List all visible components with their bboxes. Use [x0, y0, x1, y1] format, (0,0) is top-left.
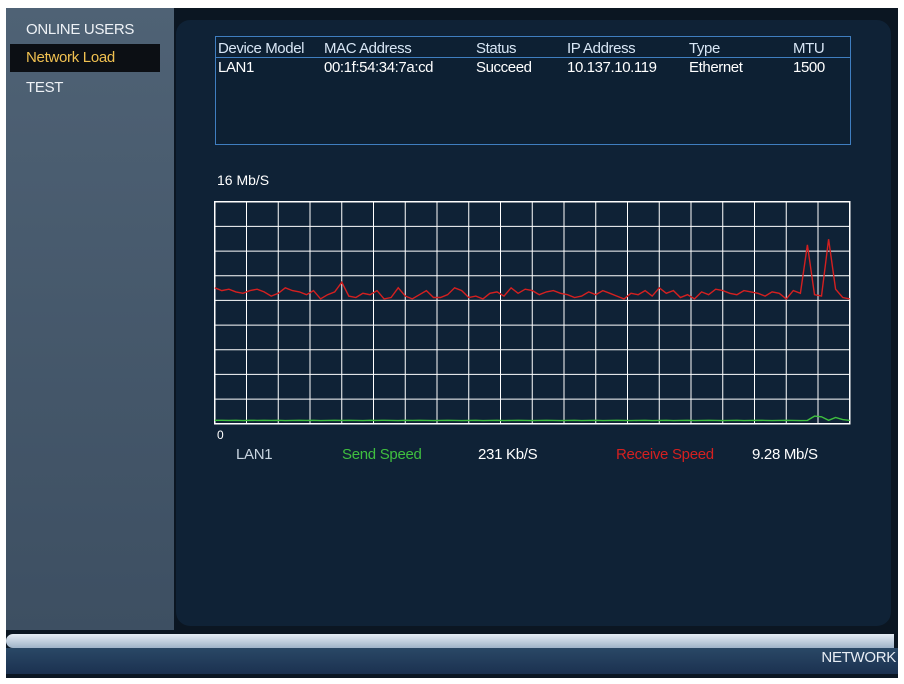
- sidebar: ONLINE USERS Network Load TEST: [6, 8, 174, 630]
- y-axis-min-label: 0: [217, 428, 224, 442]
- cell-type[interactable]: Ethernet: [689, 59, 743, 76]
- network-load-chart: [214, 201, 851, 425]
- cell-device-model[interactable]: LAN1: [218, 59, 254, 76]
- app-window: ONLINE USERS Network Load TEST Device Mo…: [6, 8, 898, 678]
- section-label-network: NETWORK: [821, 649, 896, 666]
- legend-receive-speed-value: 9.28 Mb/S: [752, 446, 818, 463]
- legend-interface-label: LAN1: [236, 446, 273, 463]
- column-header-status: Status: [476, 40, 517, 57]
- cell-mtu[interactable]: 1500: [793, 59, 825, 76]
- chart-grid: [214, 201, 850, 424]
- main-panel: Device Model MAC Address Status IP Addre…: [176, 20, 891, 626]
- bottom-bar-base: [6, 648, 898, 674]
- column-header-device-model: Device Model: [218, 40, 305, 57]
- column-header-mac-address: MAC Address: [324, 40, 412, 57]
- legend-send-speed-label: Send Speed: [342, 446, 422, 463]
- column-header-mtu: MTU: [793, 40, 825, 57]
- legend-receive-speed-label: Receive Speed: [616, 446, 714, 463]
- legend-send-speed-value: 231 Kb/S: [478, 446, 538, 463]
- sidebar-item-online-users[interactable]: ONLINE USERS: [10, 16, 160, 44]
- column-header-type: Type: [689, 40, 720, 57]
- cell-status[interactable]: Succeed: [476, 59, 532, 76]
- interface-info-table: Device Model MAC Address Status IP Addre…: [215, 36, 851, 145]
- cell-ip-address[interactable]: 10.137.10.119: [567, 59, 657, 76]
- sidebar-item-test[interactable]: TEST: [10, 74, 160, 102]
- sidebar-item-network-load[interactable]: Network Load: [10, 44, 160, 72]
- column-header-ip-address: IP Address: [567, 40, 636, 57]
- y-axis-max-label: 16 Mb/S: [217, 172, 270, 188]
- bottom-bar-highlight: [6, 634, 894, 648]
- header-divider: [216, 57, 850, 58]
- cell-mac-address[interactable]: 00:1f:54:34:7a:cd: [324, 59, 434, 76]
- bottom-bar: NETWORK: [6, 630, 898, 678]
